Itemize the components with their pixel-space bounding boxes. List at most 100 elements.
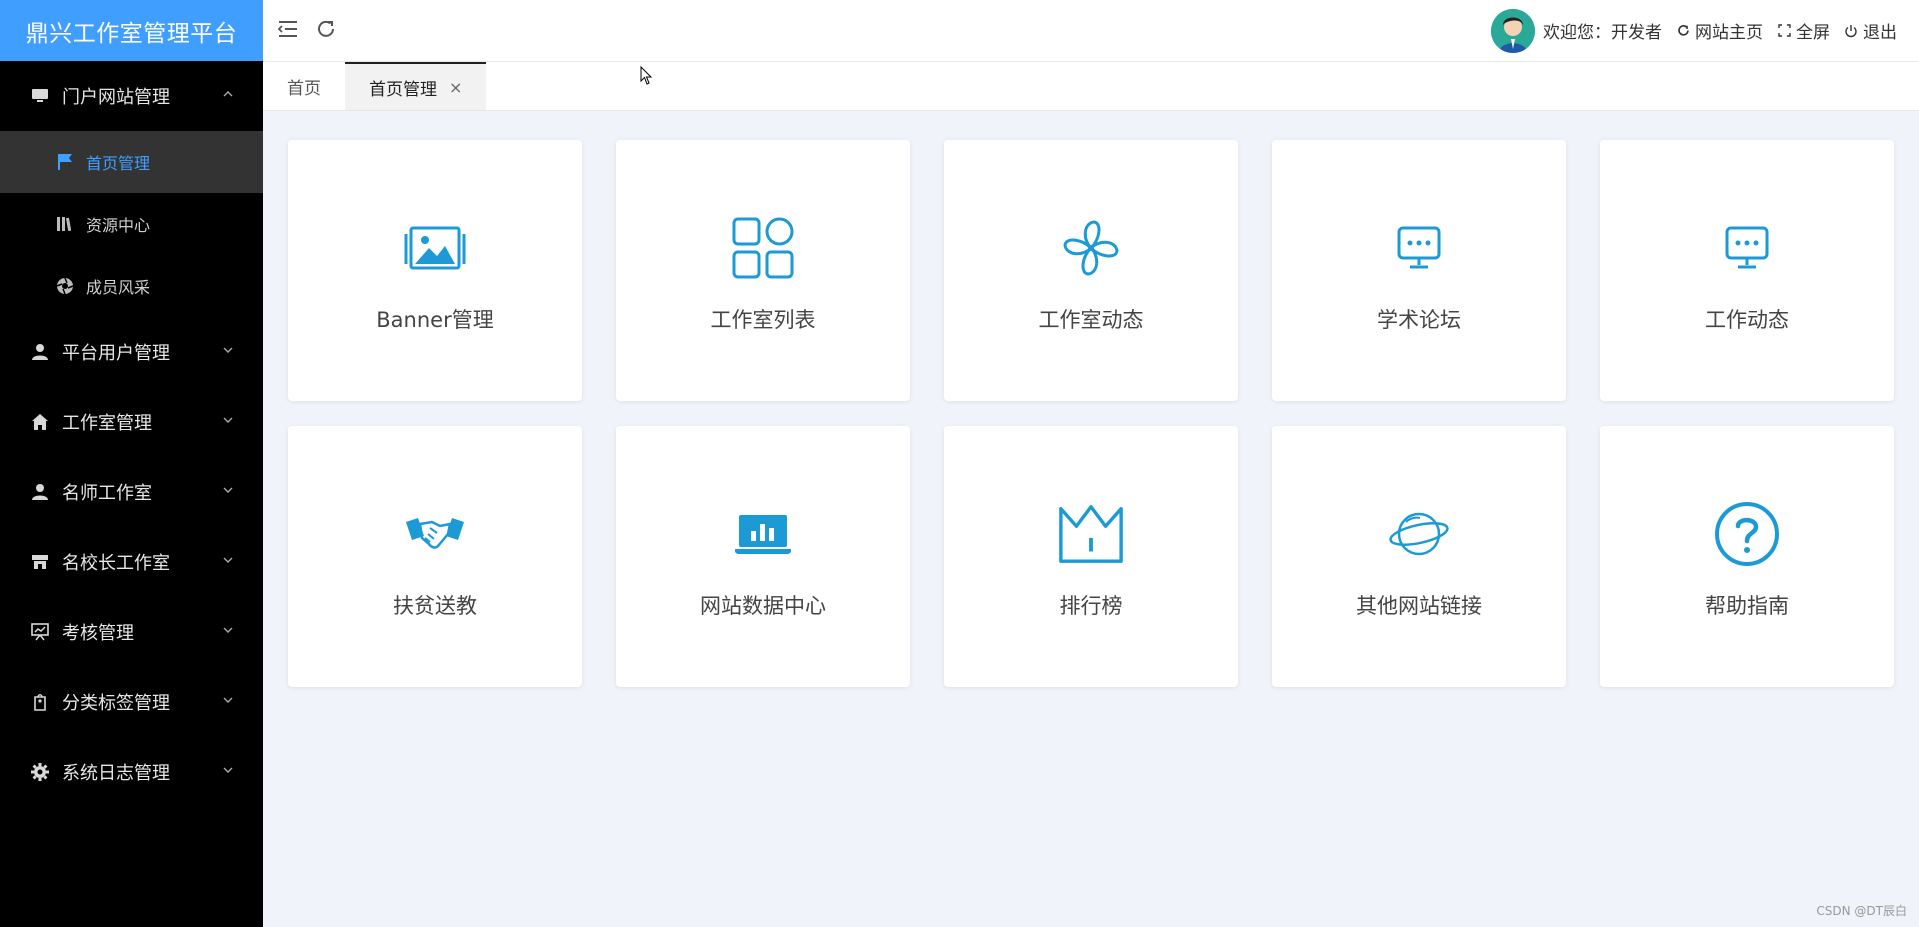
card-label: 工作室列表 (710, 308, 816, 332)
sidebar-item-tags[interactable]: 分类标签管理 (0, 667, 263, 737)
sidebar-item-label: 名师工作室 (62, 483, 152, 504)
power-icon (1844, 24, 1858, 38)
help-circle-icon (1713, 500, 1781, 568)
card-label: 其他网站链接 (1356, 594, 1482, 618)
tab-home-manage[interactable]: 首页管理 × (345, 62, 487, 110)
website-home-label: 网站主页 (1695, 23, 1763, 43)
sidebar-subitem-members[interactable]: 成员风采 (0, 255, 263, 317)
laptop-chart-icon (729, 500, 797, 568)
avatar-image (1491, 8, 1535, 53)
card-label: 扶贫送教 (393, 594, 477, 618)
monitor-icon (30, 86, 50, 106)
card-banner-manage[interactable]: Banner管理 (288, 140, 582, 401)
collapse-menu-button[interactable] (275, 16, 301, 42)
sidebar-item-label: 门户网站管理 (62, 87, 170, 108)
sidebar-menu: 门户网站管理 首页管理 资源中心 成员风采 平台用户管理 工作室管理 名师工作室… (0, 61, 263, 807)
card-label: 工作动态 (1705, 308, 1789, 332)
tab-label: 首页 (287, 78, 321, 99)
card-studio-news[interactable]: 工作室动态 (944, 140, 1238, 401)
sidebar-item-label: 平台用户管理 (62, 343, 170, 364)
fan-icon (1057, 214, 1125, 282)
grid-icon (729, 214, 797, 282)
fullscreen-button[interactable]: 全屏 (1777, 18, 1830, 43)
logout-label: 退出 (1863, 23, 1897, 43)
card-data-center[interactable]: 网站数据中心 (616, 426, 910, 687)
chevron-down-icon (223, 767, 233, 773)
sidebar-item-label: 工作室管理 (62, 413, 152, 434)
chevron-down-icon (223, 557, 233, 563)
chevron-up-icon (223, 91, 233, 97)
aperture-icon (56, 277, 74, 295)
card-label: Banner管理 (376, 308, 494, 332)
flag-icon (56, 153, 74, 171)
chevron-down-icon (223, 487, 233, 493)
user-area: 欢迎您：开发者 网站主页 全屏 退出 (1491, 0, 1897, 61)
sidebar-item-studio-manage[interactable]: 工作室管理 (0, 387, 263, 457)
website-home-link[interactable]: 网站主页 (1676, 18, 1763, 43)
image-icon (401, 214, 469, 282)
tab-label: 首页管理 (369, 79, 437, 100)
chevron-down-icon (223, 347, 233, 353)
crown-icon (1057, 500, 1125, 568)
card-academic-forum[interactable]: 学术论坛 (1272, 140, 1566, 401)
card-label: 网站数据中心 (700, 594, 826, 618)
sidebar-item-label: 名校长工作室 (62, 553, 170, 574)
home-icon (30, 412, 50, 432)
fullscreen-label: 全屏 (1796, 23, 1830, 43)
sidebar-item-label: 资源中心 (86, 216, 151, 235)
close-icon[interactable]: × (449, 78, 462, 97)
card-help-guide[interactable]: 帮助指南 (1600, 426, 1894, 687)
refresh-link-icon (1676, 24, 1690, 38)
menu-fold-icon (277, 21, 297, 37)
monitor-chat-icon (1385, 214, 1453, 282)
sidebar-item-label: 分类标签管理 (62, 693, 170, 714)
sidebar-item-system-log[interactable]: 系统日志管理 (0, 737, 263, 807)
planet-icon (1385, 500, 1453, 568)
avatar[interactable] (1491, 8, 1535, 53)
sidebar-item-label: 考核管理 (62, 623, 134, 644)
card-label: 帮助指南 (1705, 594, 1789, 618)
tab-home[interactable]: 首页 (263, 62, 345, 110)
gear-icon (30, 762, 50, 782)
card-label: 学术论坛 (1377, 308, 1461, 332)
chevron-down-icon (223, 627, 233, 633)
user-icon (30, 482, 50, 502)
card-grid: Banner管理 工作室列表 工作室动态 学术论坛 工作动态 扶贫送教 网站数据… (288, 140, 1894, 687)
welcome-text: 欢迎您：开发者 (1543, 23, 1662, 43)
app-title: 鼎兴工作室管理平台 (0, 0, 263, 61)
watermark: CSDN @DT辰白 (1816, 904, 1907, 918)
sidebar-item-label: 成员风采 (86, 278, 151, 297)
chevron-down-icon (223, 697, 233, 703)
card-label: 工作室动态 (1038, 308, 1144, 332)
sidebar-item-label: 系统日志管理 (62, 763, 170, 784)
card-ranking[interactable]: 排行榜 (944, 426, 1238, 687)
store-icon (30, 552, 50, 572)
card-studio-list[interactable]: 工作室列表 (616, 140, 910, 401)
fullscreen-icon (1777, 24, 1791, 38)
card-label: 排行榜 (1059, 594, 1123, 618)
sidebar-item-assessment[interactable]: 考核管理 (0, 597, 263, 667)
presentation-icon (30, 622, 50, 642)
sidebar-item-teacher-studio[interactable]: 名师工作室 (0, 457, 263, 527)
sidebar-subitem-home-manage[interactable]: 首页管理 (0, 131, 263, 193)
refresh-button[interactable] (313, 16, 339, 42)
card-other-links[interactable]: 其他网站链接 (1272, 426, 1566, 687)
handshake-icon (401, 500, 469, 568)
sidebar-item-principal-studio[interactable]: 名校长工作室 (0, 527, 263, 597)
sidebar-item-label: 首页管理 (86, 154, 151, 173)
card-work-news[interactable]: 工作动态 (1600, 140, 1894, 401)
user-icon (30, 342, 50, 362)
library-icon (56, 215, 74, 233)
sidebar-subitem-resource-center[interactable]: 资源中心 (0, 193, 263, 255)
sidebar-item-portal[interactable]: 门户网站管理 (0, 61, 263, 131)
card-poverty-aid[interactable]: 扶贫送教 (288, 426, 582, 687)
chevron-down-icon (223, 417, 233, 423)
sidebar-item-platform-users[interactable]: 平台用户管理 (0, 317, 263, 387)
mouse-cursor-icon (640, 66, 653, 85)
tag-icon (30, 692, 50, 712)
monitor-chat-icon (1713, 214, 1781, 282)
tab-bar: 首页 首页管理 × (263, 62, 1919, 111)
refresh-icon (318, 20, 334, 37)
sidebar: 鼎兴工作室管理平台 门户网站管理 首页管理 资源中心 成员风采 平台用户管理 工… (0, 0, 263, 927)
logout-button[interactable]: 退出 (1844, 18, 1897, 43)
